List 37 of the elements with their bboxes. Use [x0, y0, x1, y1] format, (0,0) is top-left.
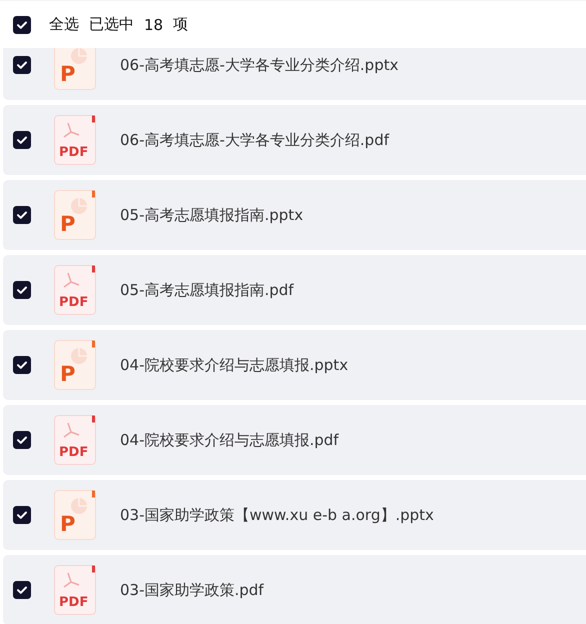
- pdf-file-icon: PDF: [54, 115, 96, 165]
- file-checkbox[interactable]: [13, 506, 31, 524]
- file-row[interactable]: P 06-高考填志愿-大学各专业分类介绍.pptx: [3, 48, 586, 100]
- file-name: 05-高考志愿填报指南.pdf: [120, 280, 294, 300]
- file-name: 03-国家助学政策【www.xu e-b a.org】.pptx: [120, 506, 434, 524]
- select-all-checkbox[interactable]: [13, 16, 31, 34]
- selected-count: 18: [144, 16, 164, 34]
- file-name: 06-高考填志愿-大学各专业分类介绍.pptx: [120, 56, 398, 74]
- pptx-file-icon: P: [54, 190, 96, 240]
- pdf-file-icon: PDF: [54, 265, 96, 315]
- file-row[interactable]: PDF 04-院校要求介绍与志愿填报.pdf: [3, 405, 586, 475]
- pptx-file-icon: P: [54, 490, 96, 540]
- pdf-file-icon: PDF: [54, 565, 96, 615]
- file-checkbox[interactable]: [13, 131, 31, 149]
- file-row[interactable]: PDF 05-高考志愿填报指南.pdf: [3, 255, 586, 325]
- file-name: 04-院校要求介绍与志愿填报.pptx: [120, 356, 348, 374]
- file-row[interactable]: PDF 06-高考填志愿-大学各专业分类介绍.pdf: [3, 105, 586, 175]
- file-name: 06-高考填志愿-大学各专业分类介绍.pdf: [120, 130, 390, 150]
- file-checkbox[interactable]: [13, 281, 31, 299]
- pdf-file-icon: PDF: [54, 415, 96, 465]
- pptx-file-icon: P: [54, 48, 96, 90]
- file-checkbox[interactable]: [13, 356, 31, 374]
- file-checkbox[interactable]: [13, 581, 31, 599]
- file-name: 04-院校要求介绍与志愿填报.pdf: [120, 430, 339, 450]
- file-row[interactable]: P 05-高考志愿填报指南.pptx: [3, 180, 586, 250]
- file-checkbox[interactable]: [13, 206, 31, 224]
- file-row[interactable]: PDF 03-国家助学政策.pdf: [3, 555, 586, 624]
- count-unit: 项: [173, 15, 188, 34]
- pptx-file-icon: P: [54, 340, 96, 390]
- file-row[interactable]: P 03-国家助学政策【www.xu e-b a.org】.pptx: [3, 480, 586, 550]
- file-checkbox[interactable]: [13, 56, 31, 74]
- file-row[interactable]: P 04-院校要求介绍与志愿填报.pptx: [3, 330, 586, 400]
- select-all-label[interactable]: 全选: [49, 15, 79, 34]
- file-name: 05-高考志愿填报指南.pptx: [120, 206, 304, 224]
- file-checkbox[interactable]: [13, 431, 31, 449]
- file-name: 03-国家助学政策.pdf: [120, 580, 264, 600]
- selected-label: 已选中: [89, 15, 134, 34]
